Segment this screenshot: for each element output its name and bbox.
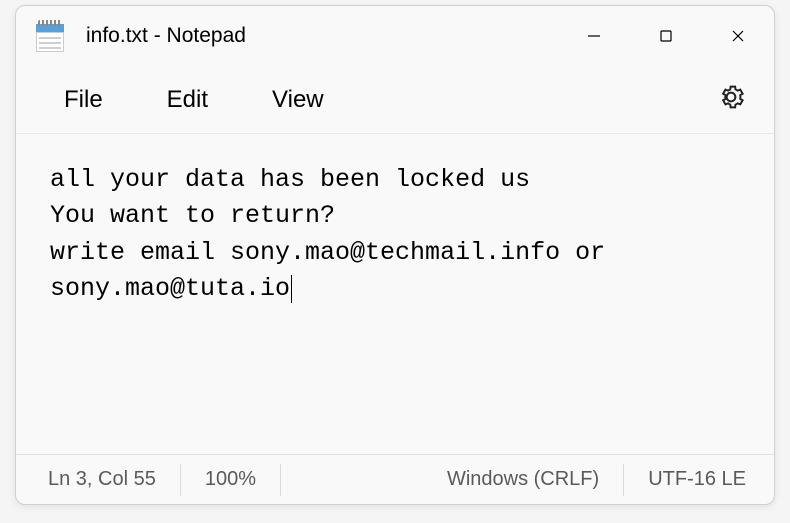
close-icon [730,28,746,44]
text-caret [291,275,292,303]
minimize-icon [586,28,602,44]
menu-edit[interactable]: Edit [135,76,240,124]
status-encoding: UTF-16 LE [624,464,774,496]
status-eol: Windows (CRLF) [423,464,624,496]
menu-view[interactable]: View [240,76,356,124]
minimize-button[interactable] [558,6,630,66]
titlebar: info.txt - Notepad [16,6,774,66]
menubar: File Edit View [16,66,774,134]
window-title: info.txt - Notepad [86,24,246,48]
status-position: Ln 3, Col 55 [16,464,181,496]
statusbar: Ln 3, Col 55 100% Windows (CRLF) UTF-16 … [16,454,774,504]
menu-file[interactable]: File [32,76,135,124]
notepad-icon [36,20,64,52]
maximize-icon [658,28,674,44]
close-button[interactable] [702,6,774,66]
notepad-window: info.txt - Notepad File Edit View all yo… [15,5,775,505]
text-editor[interactable]: all your data has been locked us You wan… [16,134,774,454]
status-zoom[interactable]: 100% [181,464,281,496]
settings-button[interactable] [716,82,746,117]
maximize-button[interactable] [630,6,702,66]
window-controls [558,6,774,66]
document-text: all your data has been locked us You wan… [50,165,620,303]
gear-icon [716,82,746,112]
